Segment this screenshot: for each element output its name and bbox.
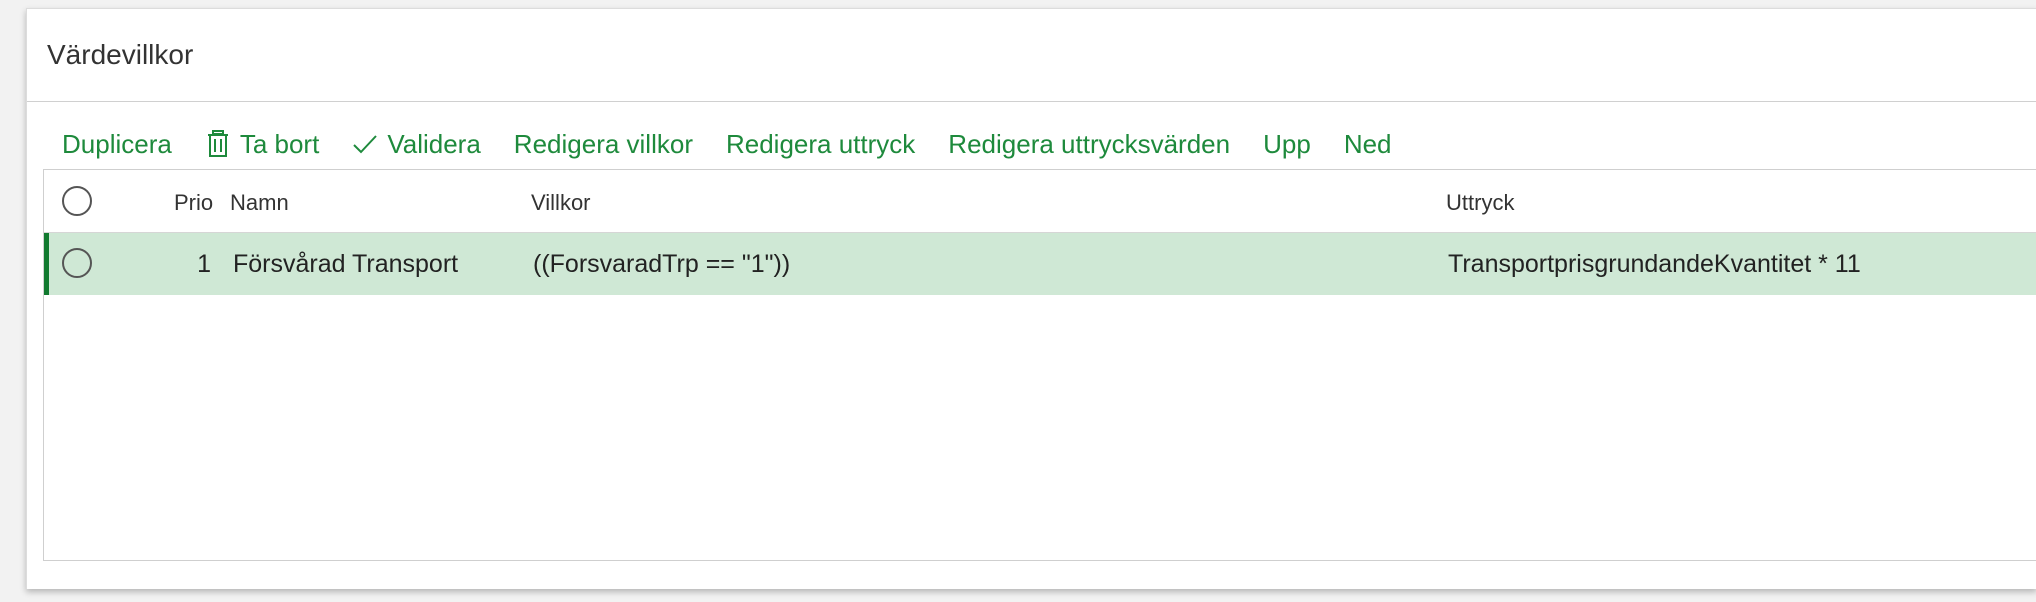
title-divider [27, 101, 2036, 102]
column-header-expression[interactable]: Uttryck [1446, 190, 1514, 216]
table-row[interactable]: 1 Försvårad Transport ((ForsvaradTrp == … [44, 233, 2036, 295]
cell-conditions: ((ForsvaradTrp == "1")) [533, 250, 791, 278]
trash-icon [205, 129, 231, 159]
action-toolbar: Duplicera Ta bort Validera Redigera vill… [62, 121, 1425, 167]
checkmark-icon [352, 129, 378, 159]
column-header-name[interactable]: Namn [230, 190, 289, 216]
selected-row-marker [44, 233, 49, 295]
move-down-label: Ned [1343, 128, 1392, 159]
delete-label: Ta bort [239, 128, 320, 159]
select-all-radio[interactable] [62, 186, 92, 216]
validate-label: Validera [387, 128, 481, 159]
edit-expression-values-button[interactable]: Redigera uttrycksvärden [948, 129, 1230, 160]
edit-expression-label: Redigera uttryck [725, 128, 916, 159]
conditions-grid: Prio Namn Villkor Uttryck 1 Försvårad Tr… [43, 169, 2036, 561]
validate-button[interactable]: Validera [352, 128, 481, 160]
value-conditions-panel: Värdevillkor Duplicera Ta bort Validera … [26, 8, 2036, 589]
edit-expression-button[interactable]: Redigera uttryck [726, 129, 915, 160]
window-background: Värdevillkor Duplicera Ta bort Validera … [0, 0, 2036, 602]
cell-name: Försvårad Transport [233, 250, 459, 278]
edit-expression-values-label: Redigera uttrycksvärden [948, 128, 1231, 159]
move-down-button[interactable]: Ned [1344, 129, 1392, 160]
edit-conditions-button[interactable]: Redigera villkor [514, 129, 693, 160]
cell-prio: 1 [197, 250, 211, 278]
edit-conditions-label: Redigera villkor [513, 128, 693, 159]
delete-button[interactable]: Ta bort [205, 128, 320, 160]
column-header-prio[interactable]: Prio [174, 190, 213, 216]
move-up-label: Upp [1263, 128, 1311, 159]
grid-header: Prio Namn Villkor Uttryck [44, 170, 2036, 233]
panel-title: Värdevillkor [47, 39, 194, 70]
row-select-radio[interactable] [62, 248, 92, 278]
duplicate-button[interactable]: Duplicera [62, 129, 172, 160]
column-header-conditions[interactable]: Villkor [531, 190, 591, 216]
cell-expression: TransportprisgrundandeKvantitet * 11 [1448, 250, 1861, 278]
duplicate-label: Duplicera [62, 128, 172, 159]
move-up-button[interactable]: Upp [1263, 129, 1311, 160]
